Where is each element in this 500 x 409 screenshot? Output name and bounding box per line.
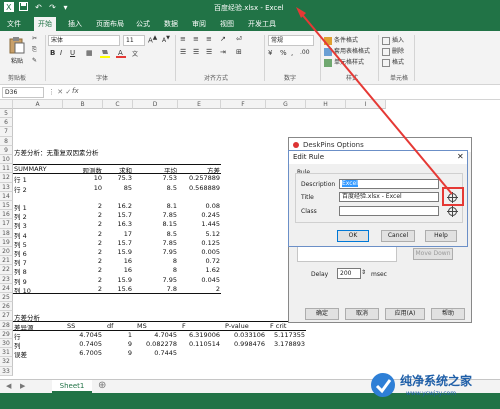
watermark-name: 纯净系统之家 [400,374,473,388]
watermark: 纯净系统之家 www.ycwjzy.com [370,368,500,408]
watermark-logo-icon [371,373,395,397]
annotation-arrow [296,7,453,195]
watermark-url: www.ycwjzy.com [406,390,457,397]
